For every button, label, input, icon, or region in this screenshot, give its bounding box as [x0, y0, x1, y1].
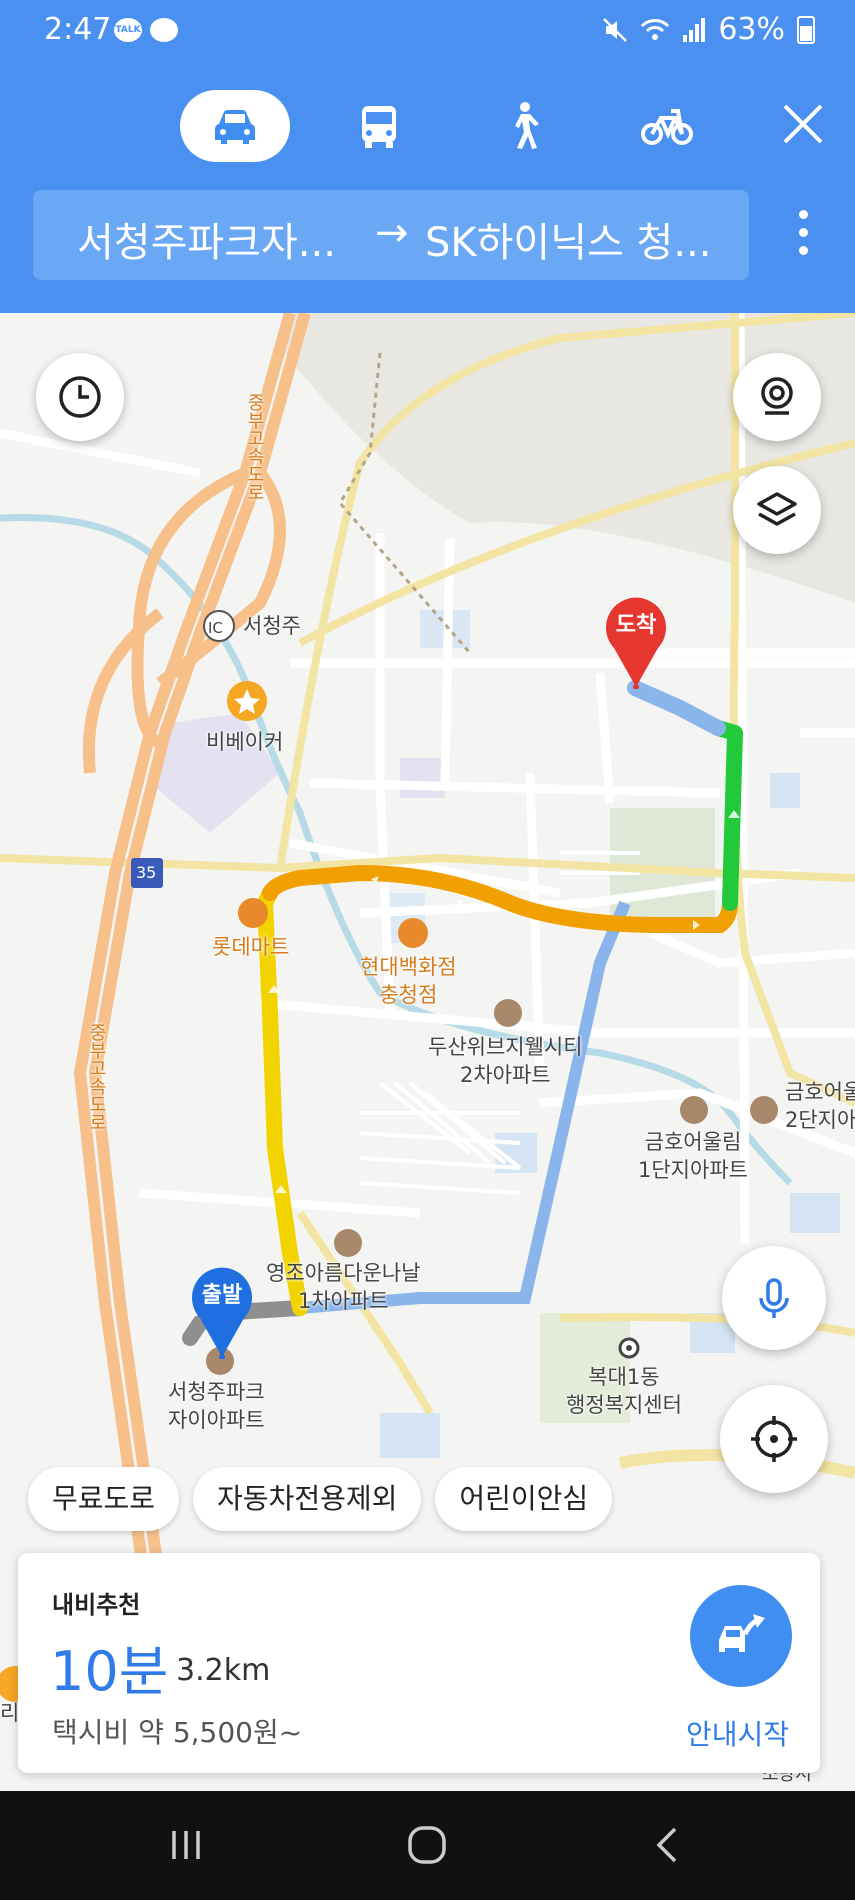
map-label-youngjo: 영조아름다운나날 1차아파트	[266, 1261, 421, 1313]
origin-pin[interactable]: 출발	[188, 1263, 256, 1360]
taxi-fare: 택시비 약 5,500원~	[52, 1716, 303, 1749]
layers-icon	[757, 492, 797, 526]
tab-bike[interactable]	[612, 90, 722, 162]
chip-child-safety[interactable]: 어린이안심	[435, 1467, 613, 1531]
my-location-button[interactable]	[720, 1385, 828, 1493]
walk-icon	[515, 102, 539, 149]
chip-exclude-expressway[interactable]: 자동차전용제외	[193, 1467, 422, 1531]
layers-button[interactable]	[733, 466, 821, 554]
status-bar: 2:47 TALK 63%	[0, 0, 855, 62]
tab-bus[interactable]	[324, 90, 434, 162]
start-navigation-button[interactable]	[690, 1585, 792, 1687]
map-label-highway-left: 중부고속도로	[86, 1023, 107, 1131]
kakaotalk-icon: TALK	[114, 18, 142, 42]
map-label-kumho1: 금호어울림 1단지아파트	[638, 1130, 748, 1182]
status-right: 63%	[602, 12, 815, 47]
map-label-seocheongju-ic: 서청주	[243, 614, 301, 638]
route-type-label: 내비추천	[52, 1591, 141, 1619]
android-nav-bar	[0, 1791, 855, 1900]
map-label-bokdae: 복대1동 행정복지센터	[566, 1365, 682, 1417]
wifi-icon	[641, 18, 670, 40]
destination-text[interactable]: SK하이닉스 청...	[425, 210, 711, 268]
mute-icon	[603, 17, 628, 42]
map-label-bottom-left: 리	[0, 1701, 20, 1725]
bike-icon	[641, 109, 693, 145]
battery-percent: 63%	[718, 12, 785, 47]
recent-apps-icon[interactable]	[162, 1821, 210, 1869]
transport-mode-tabs	[180, 90, 722, 162]
map-label-bebaker: 비베이커	[206, 730, 284, 754]
map-label-kumho2: 금호어울 2단지아	[785, 1080, 855, 1132]
travel-time: 10분	[50, 1640, 169, 1703]
battery-icon	[797, 15, 815, 44]
map-label-route35: 35	[136, 863, 157, 882]
map-label-seocheongju-xi: 서청주파크 자이아파트	[168, 1380, 265, 1432]
cctv-button[interactable]	[733, 353, 821, 441]
start-navigation-label[interactable]: 안내시작	[686, 1713, 789, 1753]
travel-distance: 3.2km	[176, 1653, 271, 1688]
origin-text[interactable]: 서청주파크자...	[77, 210, 336, 268]
route-option-chips: 무료도로 자동차전용제외 어린이안심	[28, 1467, 613, 1531]
route-summary[interactable]: 서청주파크자... → SK하이닉스 청...	[33, 190, 749, 280]
map-label-highway-top: 중부고속도로	[244, 393, 265, 501]
map-label-ic: IC	[208, 619, 223, 637]
status-time: 2:47	[44, 12, 112, 47]
navigation-car-icon	[719, 1614, 765, 1652]
close-icon[interactable]	[775, 96, 831, 152]
top-header: 2:47 TALK 63% 서청주파크자... → SK하이닉스 청...	[0, 0, 855, 313]
signal-icon	[683, 17, 706, 42]
map-label-doosan: 두산위브지웰시티 2차아파트	[428, 1035, 583, 1087]
chip-free-road[interactable]: 무료도로	[28, 1467, 180, 1531]
car-icon	[215, 110, 255, 144]
origin-pin-label: 출발	[201, 1283, 243, 1308]
tab-walk[interactable]	[468, 90, 578, 162]
tab-car[interactable]	[180, 90, 290, 162]
map-label-lotte-mart: 롯데마트	[212, 935, 290, 959]
bus-icon	[362, 106, 396, 148]
destination-pin[interactable]: 도착	[602, 593, 670, 690]
destination-pin-label: 도착	[615, 613, 657, 638]
route-result-card[interactable]: 내비추천 10분 3.2km 택시비 약 5,500원~ 안내시작	[18, 1553, 820, 1773]
more-options-icon[interactable]	[788, 210, 818, 266]
route-arrow: →	[375, 210, 409, 256]
home-icon[interactable]	[403, 1821, 451, 1869]
clock-icon	[59, 376, 101, 418]
crosshair-icon	[751, 1416, 797, 1462]
message-icon	[150, 18, 178, 42]
voice-search-button[interactable]	[722, 1246, 826, 1350]
map-label-hyundai: 현대백화점 충청점	[360, 955, 457, 1007]
history-button[interactable]	[36, 353, 124, 441]
camera-icon	[761, 377, 793, 415]
back-icon[interactable]	[645, 1821, 693, 1869]
microphone-icon	[759, 1278, 789, 1318]
